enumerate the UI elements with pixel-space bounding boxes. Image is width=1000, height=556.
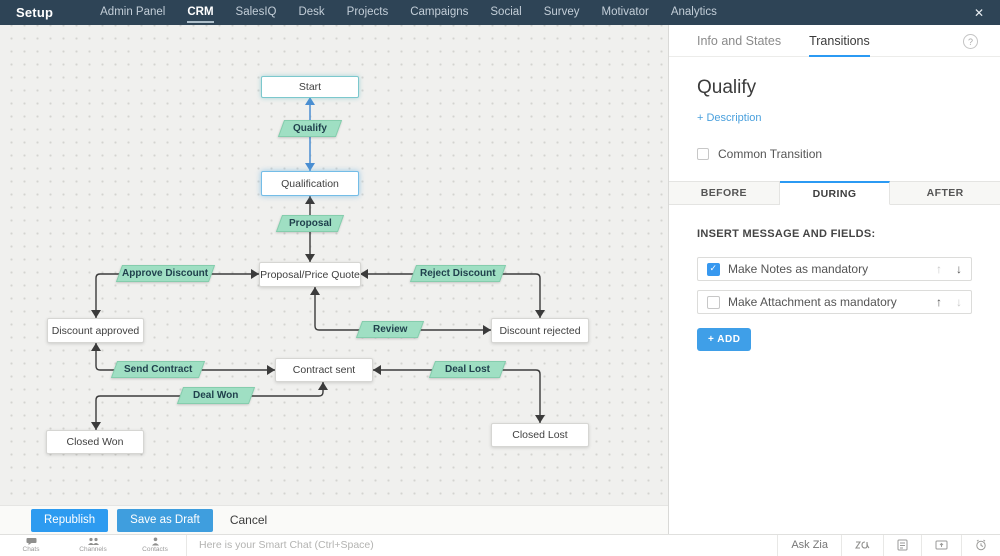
- panel-tab-header: Info and States Transitions ?: [669, 25, 1000, 57]
- nav-item-motivator[interactable]: Motivator: [591, 0, 660, 25]
- make-attachment-checkbox[interactable]: [707, 295, 720, 309]
- screen-share-icon[interactable]: [922, 535, 961, 555]
- taskbar-item-chats[interactable]: Chats: [0, 537, 62, 553]
- transition-settings-panel: Info and States Transitions ? Qualify + …: [668, 25, 1000, 534]
- nav-item-analytics[interactable]: Analytics: [660, 0, 728, 25]
- transition-label-proposal[interactable]: Proposal: [275, 215, 345, 232]
- tab-after[interactable]: AFTER: [890, 181, 1000, 205]
- nav-item-crm[interactable]: CRM: [176, 0, 224, 25]
- state-node-start[interactable]: Start: [261, 76, 359, 98]
- move-up-icon[interactable]: ↑: [936, 262, 942, 276]
- taskbar-item-contacts[interactable]: Contacts: [124, 537, 186, 553]
- insert-message-fields-label: INSERT MESSAGE AND FIELDS:: [697, 228, 876, 240]
- state-node-proposal-price-quote[interactable]: Proposal/Price Quote: [259, 262, 361, 287]
- common-transition-checkbox[interactable]: [697, 148, 709, 160]
- smart-chat-hint[interactable]: Here is your Smart Chat (Ctrl+Space): [199, 539, 374, 551]
- nav-item-admin-panel[interactable]: Admin Panel: [89, 0, 176, 25]
- reminder-clock-icon[interactable]: [962, 535, 1000, 555]
- smart-chat-taskbar: Chats Channels Contacts Here is your Sma…: [0, 534, 1000, 556]
- setup-brand: Setup: [16, 5, 54, 20]
- state-node-discount-approved[interactable]: Discount approved: [47, 318, 144, 343]
- close-icon[interactable]: ✕: [974, 6, 984, 20]
- move-up-icon[interactable]: ↑: [936, 295, 942, 309]
- stage-tab-bar: BEFORE DURING AFTER: [669, 181, 1000, 205]
- state-node-discount-rejected[interactable]: Discount rejected: [491, 318, 589, 343]
- contact-person-icon: [151, 537, 159, 546]
- help-icon[interactable]: ?: [963, 34, 978, 49]
- nav-item-salesiq[interactable]: SalesIQ: [225, 0, 288, 25]
- transition-label-deal-won[interactable]: Deal Won: [176, 387, 256, 404]
- move-down-icon[interactable]: ↓: [956, 295, 962, 309]
- nav-item-campaigns[interactable]: Campaigns: [399, 0, 479, 25]
- tab-info-and-states[interactable]: Info and States: [697, 25, 781, 57]
- channels-icon: [87, 537, 99, 545]
- transition-label-qualify[interactable]: Qualify: [277, 120, 343, 137]
- republish-button[interactable]: Republish: [31, 508, 109, 532]
- transition-label-reject-discount[interactable]: Reject Discount: [409, 265, 507, 282]
- tab-during[interactable]: DURING: [779, 181, 891, 205]
- save-as-draft-button[interactable]: Save as Draft: [117, 508, 213, 532]
- blueprint-canvas[interactable]: Start Qualification Proposal/Price Quote…: [0, 25, 668, 505]
- tab-before[interactable]: BEFORE: [669, 181, 780, 205]
- notes-icon[interactable]: [884, 535, 921, 555]
- field-row-make-notes-mandatory: Make Notes as mandatory ↑ ↓: [697, 257, 972, 281]
- transition-label-deal-lost[interactable]: Deal Lost: [428, 361, 507, 378]
- transition-label-send-contract[interactable]: Send Contract: [110, 361, 206, 378]
- taskbar-item-channels[interactable]: Channels: [62, 537, 124, 553]
- field-row-make-attachment-mandatory: Make Attachment as mandatory ↑ ↓: [697, 290, 972, 314]
- add-button[interactable]: + ADD: [697, 328, 752, 351]
- tab-transitions[interactable]: Transitions: [809, 25, 870, 57]
- nav-item-projects[interactable]: Projects: [336, 0, 400, 25]
- action-bar: Republish Save as Draft Cancel: [0, 505, 668, 534]
- transition-label-approve-discount[interactable]: Approve Discount: [115, 265, 216, 282]
- state-node-contract-sent[interactable]: Contract sent: [275, 358, 373, 382]
- nav-item-desk[interactable]: Desk: [287, 0, 335, 25]
- make-notes-checkbox[interactable]: [707, 262, 720, 276]
- add-description-link[interactable]: + Description: [697, 112, 762, 124]
- chat-bubble-icon: [26, 538, 36, 545]
- nav-item-social[interactable]: Social: [479, 0, 532, 25]
- ask-zia-button[interactable]: Ask Zia: [778, 535, 841, 555]
- transition-label-review[interactable]: Review: [355, 321, 425, 338]
- state-node-closed-won[interactable]: Closed Won: [46, 430, 144, 454]
- move-down-icon[interactable]: ↓: [956, 262, 962, 276]
- state-node-qualification[interactable]: Qualification: [261, 171, 359, 196]
- top-navbar: Setup Admin Panel CRM SalesIQ Desk Proje…: [0, 0, 1000, 25]
- cancel-button[interactable]: Cancel: [230, 513, 267, 527]
- state-node-closed-lost[interactable]: Closed Lost: [491, 423, 589, 447]
- common-transition-label: Common Transition: [718, 147, 823, 161]
- transition-title: Qualify: [697, 77, 757, 98]
- zia-icon[interactable]: [842, 535, 883, 555]
- nav-item-survey[interactable]: Survey: [533, 0, 591, 25]
